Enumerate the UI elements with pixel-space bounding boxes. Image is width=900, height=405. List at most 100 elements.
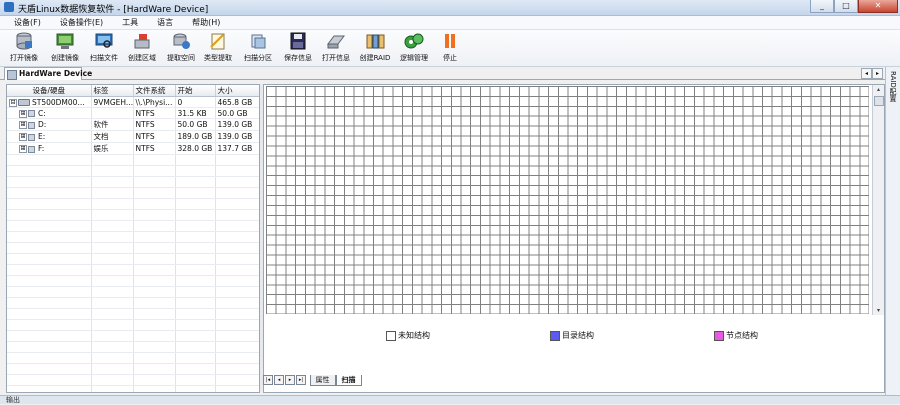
empty-cell (175, 363, 216, 375)
column-label[interactable]: 标签 (91, 85, 134, 97)
empty-cell (175, 165, 216, 177)
table-row[interactable]: ⊞ D: 软件 NTFS 50.0 GB 139.0 GB (7, 118, 259, 131)
empty-cell (7, 330, 92, 342)
empty-cell (91, 275, 134, 287)
empty-cell (175, 264, 216, 276)
maximize-button[interactable]: □ (834, 0, 858, 13)
empty-cell (7, 165, 92, 177)
empty-row (7, 165, 259, 177)
empty-cell (133, 341, 176, 353)
expand-toggle[interactable]: ⊞ (19, 109, 27, 118)
last-tab-button[interactable]: ▸| (296, 375, 306, 385)
partition-filesystem: NTFS (133, 130, 176, 143)
empty-cell (7, 154, 92, 166)
menu-help[interactable]: 帮助(H) (180, 16, 227, 29)
hardware-device-icon (7, 70, 17, 80)
empty-cell (175, 297, 216, 309)
minimize-button[interactable]: _ (810, 0, 834, 13)
save-info-icon (290, 32, 306, 50)
partition-start: 50.0 GB (175, 118, 216, 131)
menu-device-operations[interactable]: 设备操作(E) (48, 16, 110, 29)
create-raid-button[interactable]: 创建RAID (357, 32, 393, 64)
expand-toggle[interactable]: ⊞ (19, 133, 27, 141)
empty-cell (215, 319, 259, 331)
column-device[interactable]: 设备/硬盘 (7, 85, 92, 97)
type-extract-label: 类型提取 (204, 54, 232, 62)
empty-cell (215, 308, 259, 320)
next-tab-button[interactable]: ▸ (285, 375, 295, 385)
device-table-header: 设备/硬盘 标签 文件系统 开始 大小 (7, 85, 259, 97)
stop-button[interactable]: 停止 (432, 32, 468, 64)
window-title: 天盾Linux数据恢复软件 - [HardWare Device] (18, 5, 209, 15)
empty-cell (175, 385, 216, 392)
open-image-label: 打开镜像 (10, 54, 38, 62)
scroll-up-button[interactable]: ▴ (873, 85, 884, 94)
empty-row (7, 275, 259, 287)
open-info-button[interactable]: 打开信息 (318, 32, 354, 64)
partition-label (91, 107, 134, 119)
tab-hardware-device[interactable]: HardWare Device (4, 67, 92, 80)
table-row[interactable]: ⊞ E: 文档 NTFS 189.0 GB 139.0 GB (7, 130, 259, 143)
table-row[interactable]: ⊟ ST500DM00... 9VMGEH... \\.\Physi... 0 4… (7, 96, 259, 108)
expand-toggle[interactable]: ⊞ (19, 121, 27, 129)
empty-cell (175, 220, 216, 232)
empty-cell (215, 220, 259, 232)
type-extract-icon (210, 33, 225, 50)
empty-cell (175, 231, 216, 243)
empty-cell (91, 352, 134, 364)
type-extract-button[interactable]: 类型提取 (200, 32, 236, 64)
empty-row (7, 209, 259, 221)
empty-cell (7, 275, 92, 287)
scan-files-button[interactable]: 扫描文件 (86, 32, 122, 64)
close-button[interactable]: ✕ (858, 0, 898, 13)
tab-prev-button[interactable]: ◂ (861, 68, 872, 79)
empty-cell (7, 231, 92, 243)
empty-cell (133, 198, 176, 210)
create-image-label: 创建镜像 (51, 54, 79, 62)
device-label: 9VMGEH... (91, 96, 134, 108)
tab-scan[interactable]: 扫描 (335, 375, 362, 386)
empty-cell (133, 209, 176, 221)
expand-toggle[interactable]: ⊞ (19, 145, 27, 153)
device-table: 设备/硬盘 标签 文件系统 开始 大小 ⊟ ST500DM00... 9VMGEH… (7, 85, 259, 392)
empty-row (7, 187, 259, 199)
column-filesystem[interactable]: 文件系统 (133, 85, 176, 97)
raid-config-tab[interactable]: RAID配置 (888, 71, 898, 102)
volume-icon (28, 121, 35, 129)
collapse-toggle[interactable]: ⊟ (9, 98, 17, 107)
table-row[interactable]: ⊞ F: 娱乐 NTFS 328.0 GB 137.7 GB (7, 142, 259, 155)
column-start[interactable]: 开始 (175, 85, 216, 97)
tab-next-button[interactable]: ▸ (872, 68, 883, 79)
column-size[interactable]: 大小 (215, 85, 259, 97)
legend-swatch (550, 330, 560, 341)
create-region-button[interactable]: 创建区域 (124, 32, 160, 64)
prev-tab-button[interactable]: ◂ (274, 375, 284, 385)
empty-cell (175, 374, 216, 386)
empty-row (7, 385, 259, 392)
menu-tools[interactable]: 工具 (110, 16, 145, 29)
scroll-down-button[interactable]: ▾ (873, 306, 884, 315)
first-tab-button[interactable]: |◂ (263, 375, 273, 385)
cluster-map-scrollbar[interactable]: ▴ ▾ (872, 85, 884, 315)
scroll-thumb[interactable] (874, 96, 884, 106)
table-row[interactable]: ⊞ C: NTFS 31.5 KB 50.0 GB (7, 107, 259, 119)
legend-label: 未知结构 (398, 331, 430, 340)
tab-properties[interactable]: 属性 (309, 375, 336, 386)
menu-device[interactable]: 设备(F) (0, 16, 48, 29)
empty-cell (133, 286, 176, 298)
logic-manage-button[interactable]: 逻辑管理 (396, 32, 432, 64)
empty-cell (7, 187, 92, 199)
extract-space-button[interactable]: 提取空间 (163, 32, 199, 64)
empty-cell (91, 319, 134, 331)
open-image-button[interactable]: 打开镜像 (6, 32, 42, 64)
empty-cell (175, 352, 216, 364)
partition-label: 娱乐 (91, 142, 134, 155)
create-image-button[interactable]: 创建镜像 (47, 32, 83, 64)
partition-filesystem: NTFS (133, 118, 176, 131)
empty-cell (175, 209, 216, 221)
empty-cell (215, 253, 259, 265)
scan-partition-button[interactable]: 扫描分区 (240, 32, 276, 64)
save-info-button[interactable]: 保存信息 (280, 32, 316, 64)
empty-cell (133, 253, 176, 265)
menu-language[interactable]: 语言 (145, 16, 180, 29)
